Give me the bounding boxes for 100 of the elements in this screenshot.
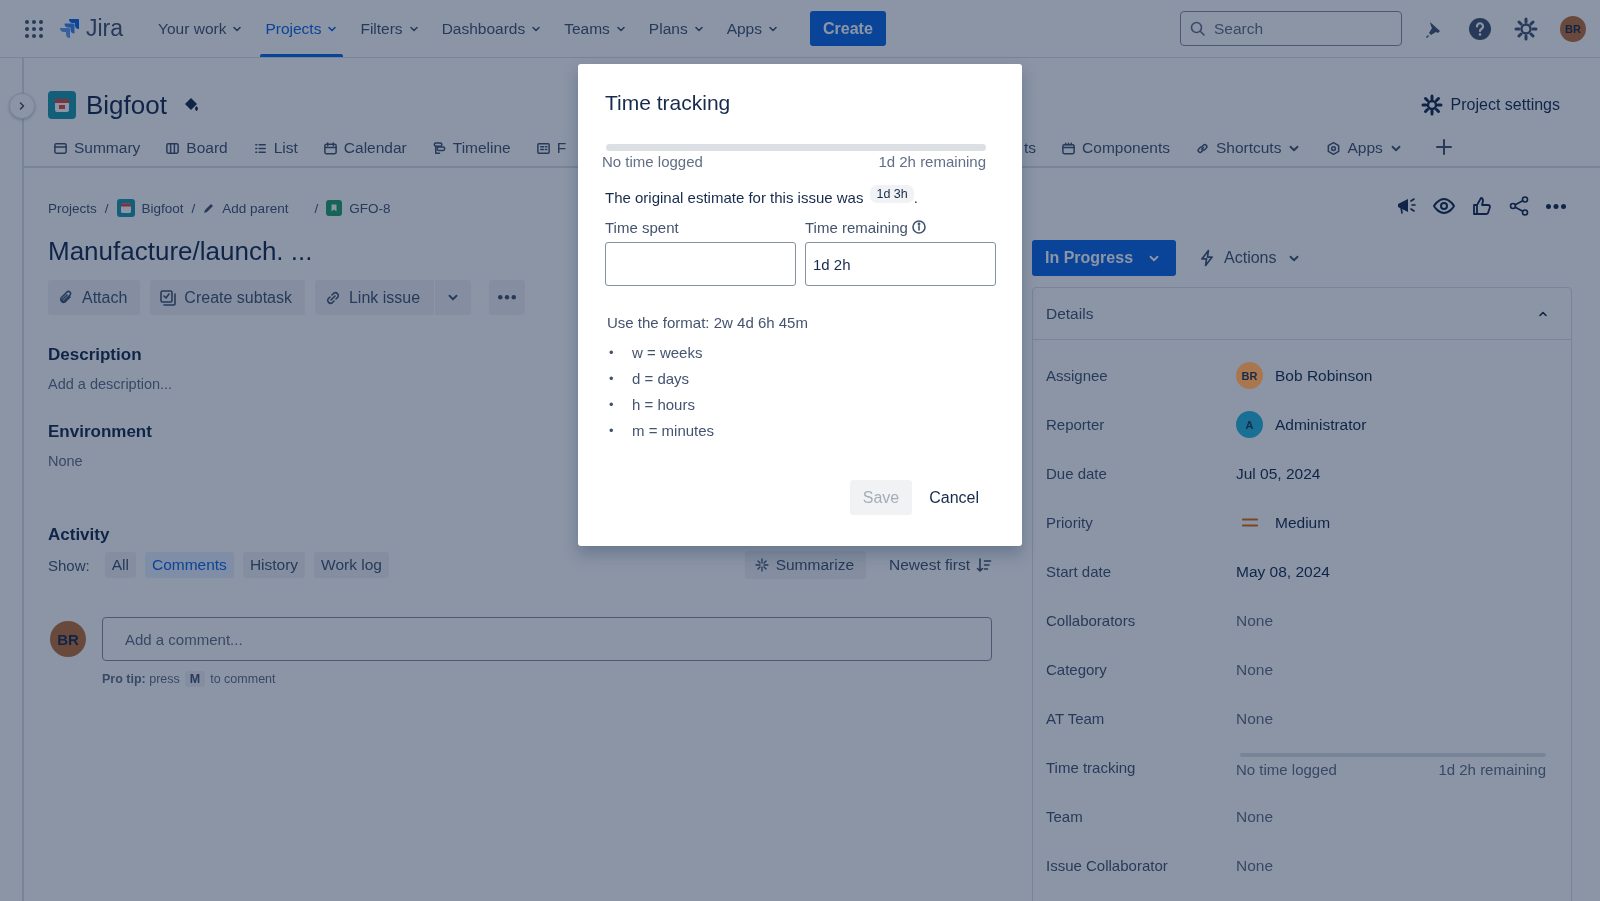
project-tab[interactable]: Timeline (431, 139, 511, 157)
status-button[interactable]: In Progress (1032, 240, 1177, 276)
panel-title[interactable]: Details (1046, 304, 1094, 323)
chevron-down-icon (407, 25, 420, 32)
field-value[interactable]: None (1236, 660, 1274, 679)
nav-menu-item[interactable]: Plans (639, 0, 714, 57)
info-icon (911, 220, 926, 234)
issue-action-button[interactable]: Create subtask (150, 280, 305, 315)
priority-medium-icon (1241, 518, 1258, 527)
field-label: Category (1046, 661, 1107, 678)
section-heading: Environment (48, 422, 152, 442)
section-heading: Description (48, 345, 142, 365)
project-tab[interactable]: ts (1024, 139, 1037, 157)
project-tab[interactable]: Apps (1326, 139, 1403, 157)
board-icon (165, 140, 181, 156)
form-icon (535, 140, 551, 156)
cancel-button[interactable]: Cancel (916, 480, 992, 515)
nav-menu-item[interactable]: Apps (717, 0, 788, 57)
summary-icon (53, 140, 68, 156)
activity-filter[interactable]: All (104, 552, 136, 578)
subtask-icon (159, 288, 178, 307)
project-settings-button[interactable]: Project settings (1420, 94, 1560, 116)
chevron-down-icon (231, 25, 244, 32)
breadcrumb-separator: / (104, 200, 109, 216)
breadcrumb-link[interactable]: Projects (48, 200, 97, 216)
field-label: Assignee (1046, 367, 1108, 384)
field-value[interactable]: None (1236, 807, 1274, 826)
sort-button[interactable]: Newest first (889, 556, 992, 574)
field-value[interactable]: Bob Robinson (1275, 366, 1373, 385)
field-label: Start date (1046, 563, 1112, 580)
chevron-right-icon (19, 100, 25, 112)
field-label: AT Team (1046, 710, 1105, 727)
comment-field[interactable]: Add a comment... (102, 617, 992, 661)
sparkle-icon (754, 558, 769, 572)
section-text[interactable]: Add a description... (48, 376, 173, 392)
breadcrumb-separator: / (314, 200, 319, 216)
nav-menu-item[interactable]: Dashboards (432, 0, 552, 57)
field-label: Time tracking (1046, 759, 1136, 776)
summarize-button[interactable]: Summarize (744, 551, 867, 579)
activity-heading: Activity (48, 525, 110, 545)
field-label: Collaborators (1046, 612, 1136, 629)
issue-action-button[interactable]: Attach (48, 280, 141, 315)
nav-menu-item[interactable]: Teams (555, 0, 636, 57)
time-input-field[interactable]: 1d 2h (805, 242, 996, 286)
help-icon (1468, 16, 1492, 41)
settings-icon (1420, 94, 1443, 116)
project-name[interactable]: Bigfoot (86, 89, 167, 121)
search-field[interactable]: Search (1180, 11, 1402, 46)
field-value[interactable]: None (1236, 709, 1274, 728)
estimate-text: The original estimate for this issue was (605, 189, 864, 206)
time-input-field[interactable] (605, 242, 796, 286)
nav-menu-item[interactable]: Your work (149, 0, 253, 57)
sort-icon (976, 557, 992, 573)
activity-filter[interactable]: History (242, 552, 306, 578)
breadcrumb-link[interactable]: Bigfoot (116, 199, 184, 217)
chevron-down-icon (530, 25, 543, 32)
actions-button[interactable]: Actions (1200, 249, 1301, 267)
field-value[interactable]: Jul 05, 2024 (1236, 464, 1321, 483)
project-tab[interactable]: Summary (53, 139, 141, 157)
nav-menu-item[interactable]: Filters (351, 0, 429, 57)
lightning-icon (1200, 249, 1215, 267)
calendar-icon (322, 140, 338, 156)
project-tab[interactable]: Board (165, 139, 228, 157)
activity-filter[interactable]: Comments (144, 552, 234, 578)
keyboard-key: M (184, 671, 206, 687)
field-value[interactable]: May 08, 2024 (1236, 562, 1330, 581)
breadcrumb-link[interactable]: GFO-8 (326, 200, 391, 216)
section-text[interactable]: None (48, 453, 83, 469)
user-avatar: BR (50, 621, 86, 657)
sidebar-expand-button[interactable] (9, 93, 35, 119)
project-tab[interactable]: F (535, 139, 567, 157)
app-grid-icon (24, 18, 44, 39)
project-tab[interactable]: List (252, 139, 298, 157)
chevron-down-icon (767, 25, 779, 32)
bullet: • (608, 344, 615, 360)
format-list-item: h = hours (632, 395, 695, 413)
field-value[interactable]: Medium (1275, 513, 1331, 532)
issue-action-button[interactable]: Link issue (314, 280, 435, 315)
activity-filter[interactable]: Work log (314, 552, 389, 578)
timeline-icon (431, 140, 447, 156)
field-value[interactable]: Administrator (1275, 415, 1367, 434)
user-avatar: BR (1236, 362, 1263, 389)
nav-menu-item[interactable]: Projects (256, 0, 348, 57)
issue-title[interactable]: Manufacture/launch. ... (48, 234, 313, 268)
plus-icon (1435, 139, 1452, 155)
bullet: • (608, 370, 615, 386)
pro-tip-text: Pro tip: press (102, 672, 180, 686)
field-value[interactable]: None (1236, 856, 1274, 875)
more-button[interactable] (489, 280, 526, 315)
project-tab[interactable]: Calendar (322, 139, 407, 157)
search-icon (1190, 21, 1205, 36)
breadcrumb-link[interactable]: Add parent (203, 200, 289, 216)
field-label: Due date (1046, 465, 1107, 482)
dialog-title: Time tracking (605, 90, 731, 116)
create-button[interactable]: Create (810, 11, 886, 46)
user-avatar[interactable]: BR (1560, 15, 1586, 42)
field-value[interactable]: None (1236, 611, 1274, 630)
project-tab[interactable]: Shortcuts (1194, 139, 1302, 157)
project-tab[interactable]: Components (1061, 139, 1170, 157)
bullet: • (608, 422, 615, 438)
